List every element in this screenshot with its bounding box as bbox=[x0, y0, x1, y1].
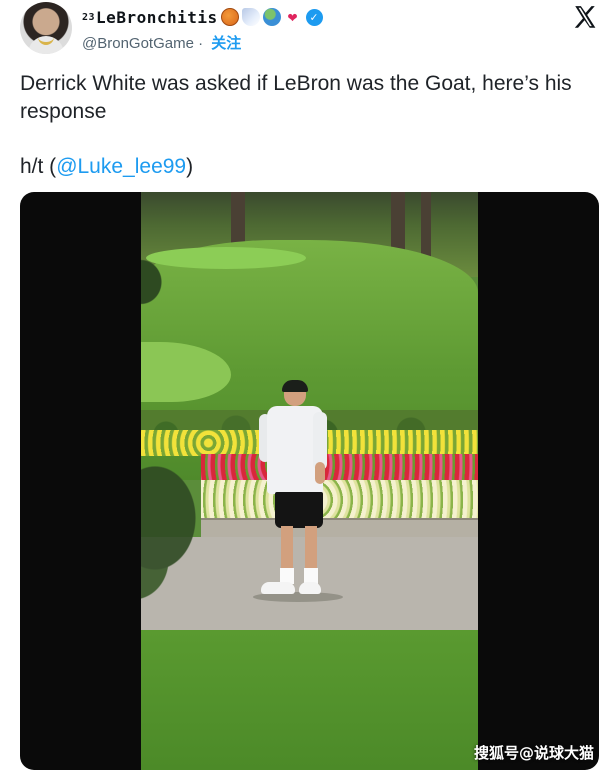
pine-tree bbox=[141, 462, 221, 602]
white-flowers bbox=[201, 480, 478, 520]
hat-tip: h/t (@Luke_lee99) bbox=[20, 153, 600, 181]
hat-tip-prefix: h/t ( bbox=[20, 155, 57, 178]
mention-link[interactable]: @Luke_lee99 bbox=[56, 155, 186, 178]
display-name[interactable]: 23 LeBronchitis ❤ ✓ bbox=[82, 6, 323, 28]
shorts bbox=[275, 492, 323, 528]
avatar[interactable] bbox=[20, 2, 72, 54]
tweet-text: Derrick White was asked if LeBron was th… bbox=[20, 70, 600, 208]
follow-button[interactable]: 关注 bbox=[211, 35, 241, 52]
pine-branch bbox=[141, 252, 169, 312]
video-frame bbox=[141, 192, 478, 770]
name-prefix: 23 bbox=[82, 11, 96, 23]
tweet-body: Derrick White was asked if LeBron was th… bbox=[20, 72, 572, 123]
cap bbox=[282, 380, 308, 392]
hearts-icon: ❤ bbox=[287, 7, 298, 26]
comet-icon bbox=[241, 8, 260, 26]
lawn bbox=[141, 630, 478, 770]
name-text: LeBronchitis bbox=[96, 7, 218, 27]
putting-green bbox=[146, 247, 306, 269]
tweet-header: 23 LeBronchitis ❤ ✓ @BronGotGame · 关注 bbox=[0, 0, 616, 60]
separator: · bbox=[198, 35, 204, 52]
basketball-icon bbox=[220, 8, 239, 26]
shoe bbox=[261, 582, 295, 594]
forearm bbox=[315, 462, 325, 484]
hat-tip-suffix: ) bbox=[186, 155, 194, 178]
red-flowers bbox=[201, 454, 478, 480]
video-player[interactable] bbox=[20, 192, 599, 770]
handle[interactable]: @BronGotGame bbox=[82, 35, 194, 52]
verified-badge-icon: ✓ bbox=[305, 8, 323, 26]
shoe bbox=[299, 582, 321, 594]
x-icon[interactable] bbox=[572, 4, 598, 30]
handle-row: @BronGotGame · 关注 bbox=[82, 32, 241, 53]
watermark: 搜狐号@说球大猫 bbox=[474, 744, 595, 762]
person-figure bbox=[253, 380, 343, 612]
globe-icon bbox=[262, 8, 281, 26]
